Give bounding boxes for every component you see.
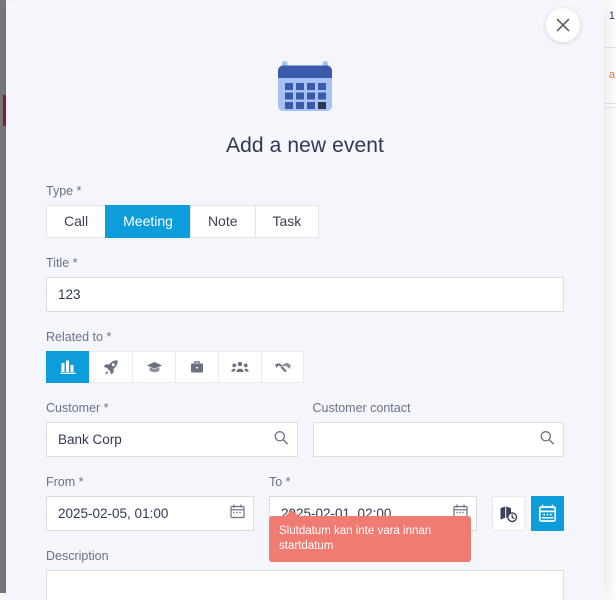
handshake-icon bbox=[274, 359, 292, 375]
related-to-option-people[interactable] bbox=[218, 351, 261, 383]
related-to-option-project[interactable] bbox=[89, 351, 132, 383]
type-segmented-control: Call Meeting Note Task bbox=[46, 205, 564, 238]
background-cell-value: 1 bbox=[609, 10, 615, 22]
to-date-error-tooltip: Slutdatum kan inte vara innan startdatum bbox=[269, 516, 471, 562]
related-to-option-company[interactable] bbox=[46, 351, 89, 383]
date-action-buttons bbox=[492, 496, 564, 531]
calendar-icon bbox=[274, 56, 336, 118]
type-option-meeting[interactable]: Meeting bbox=[105, 205, 190, 238]
from-label: From * bbox=[46, 475, 254, 489]
briefcase-icon bbox=[189, 359, 205, 375]
related-to-field: Related to * bbox=[46, 330, 564, 383]
close-icon bbox=[554, 16, 572, 34]
to-label: To * bbox=[269, 475, 477, 489]
search-icon[interactable] bbox=[273, 429, 289, 450]
related-to-label: Related to * bbox=[46, 330, 564, 344]
date-range-row: From * To bbox=[46, 475, 564, 531]
customer-input-wrap bbox=[46, 422, 298, 457]
customer-row: Customer * Customer contact bbox=[46, 401, 564, 457]
calendar-button-icon bbox=[538, 504, 557, 523]
title-label: Title * bbox=[46, 256, 564, 270]
customer-contact-label: Customer contact bbox=[313, 401, 565, 415]
customer-field: Customer * bbox=[46, 401, 298, 457]
modal-header: Add a new event bbox=[6, 0, 604, 158]
graduation-cap-icon bbox=[146, 359, 163, 375]
group-people-icon bbox=[231, 359, 249, 375]
page-title: Add a new event bbox=[6, 134, 604, 158]
add-event-modal: Add a new event Type * Call Meeting Note… bbox=[6, 0, 604, 600]
type-option-note[interactable]: Note bbox=[190, 205, 255, 238]
from-field: From * bbox=[46, 475, 254, 531]
description-input[interactable] bbox=[46, 570, 564, 600]
customer-contact-input-wrap bbox=[313, 422, 565, 457]
related-to-option-partner[interactable] bbox=[261, 351, 304, 383]
from-input-wrap bbox=[46, 496, 254, 531]
company-chart-icon bbox=[60, 359, 76, 375]
customer-contact-input[interactable] bbox=[313, 422, 565, 457]
event-form: Type * Call Meeting Note Task Title * Re… bbox=[6, 158, 604, 600]
customer-label: Customer * bbox=[46, 401, 298, 415]
from-datetime-input[interactable] bbox=[46, 496, 254, 531]
related-to-option-education[interactable] bbox=[132, 351, 175, 383]
type-label: Type * bbox=[46, 184, 564, 198]
background-cell-value: a bbox=[609, 69, 615, 81]
calendar-small-icon[interactable] bbox=[230, 504, 245, 524]
rocket-icon bbox=[103, 359, 119, 375]
type-option-call[interactable]: Call bbox=[46, 205, 105, 238]
map-clock-icon bbox=[499, 504, 518, 523]
timezone-button[interactable] bbox=[492, 496, 525, 531]
type-option-task[interactable]: Task bbox=[255, 205, 320, 238]
title-field: Title * bbox=[46, 256, 564, 312]
calendar-picker-button[interactable] bbox=[531, 496, 564, 531]
search-icon[interactable] bbox=[539, 429, 555, 450]
related-to-option-business[interactable] bbox=[175, 351, 218, 383]
close-button[interactable] bbox=[546, 8, 580, 42]
type-field: Type * Call Meeting Note Task bbox=[46, 184, 564, 238]
title-input[interactable] bbox=[46, 277, 564, 312]
customer-contact-field: Customer contact bbox=[313, 401, 565, 457]
related-to-icon-group bbox=[46, 351, 564, 383]
customer-input[interactable] bbox=[46, 422, 298, 457]
to-field: To * Slutdatum kan inte v bbox=[269, 475, 477, 531]
